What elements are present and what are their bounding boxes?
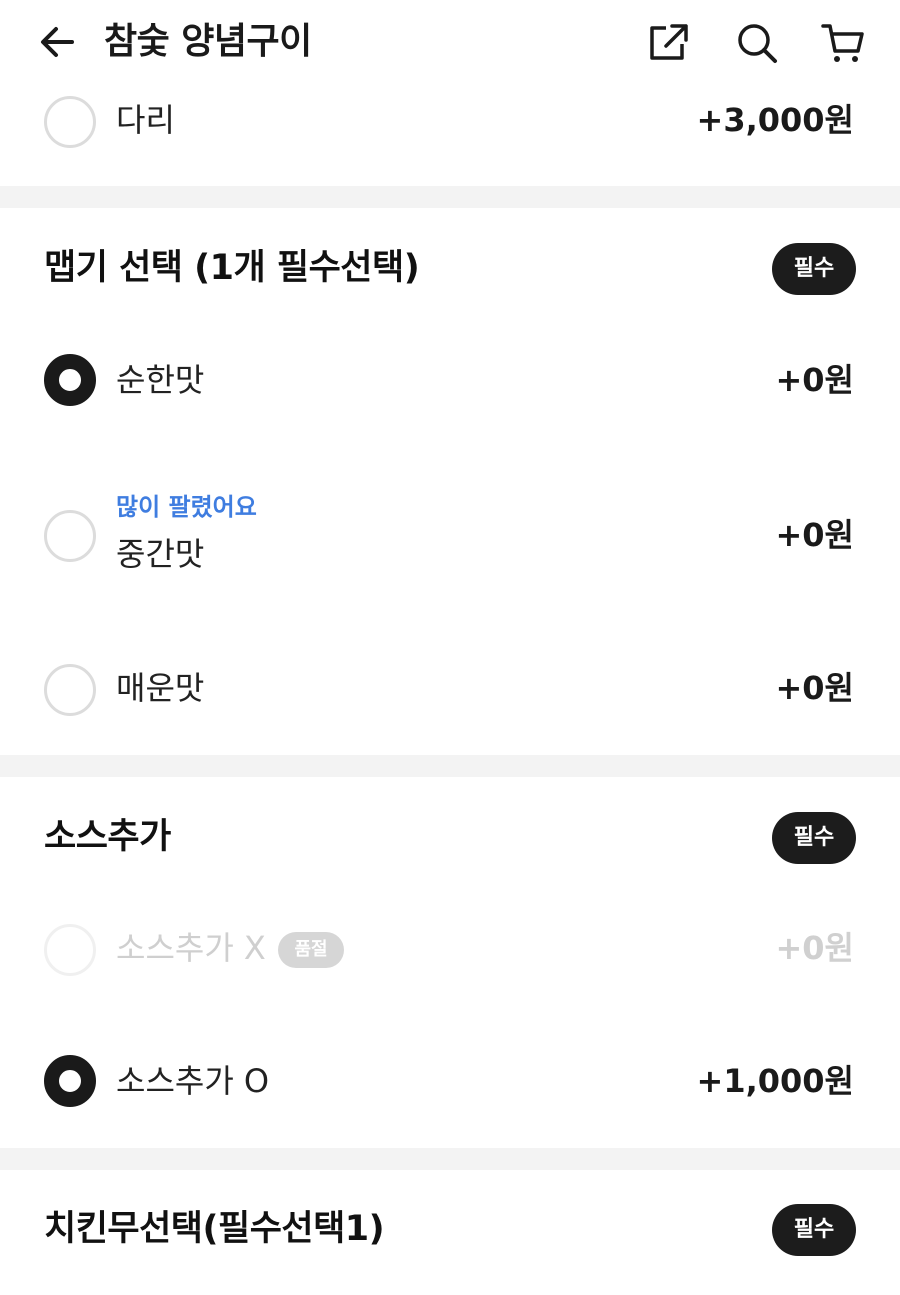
required-badge: 필수 xyxy=(772,1204,856,1256)
cart-icon[interactable] xyxy=(820,20,866,66)
share-icon[interactable] xyxy=(646,20,692,66)
option-price: +0원 xyxy=(775,669,854,707)
popular-tag: 많이 팔렸어요 xyxy=(116,493,257,521)
option-price: +0원 xyxy=(775,516,854,554)
radio-button-disabled xyxy=(44,924,96,976)
section-title-sauce: 소스추가 xyxy=(44,817,171,857)
search-icon[interactable] xyxy=(734,20,780,66)
option-label: 소스추가 O xyxy=(116,1062,270,1100)
required-badge: 필수 xyxy=(772,812,856,864)
option-row-sauce-none: 소스추가 X 품절 +0원 xyxy=(0,922,900,978)
option-price: +0원 xyxy=(775,361,854,399)
option-row-sauce-add[interactable]: 소스추가 O +1,000원 xyxy=(0,1055,900,1111)
section-divider xyxy=(0,1148,900,1170)
option-price: +1,000원 xyxy=(696,1062,854,1100)
section-divider xyxy=(0,186,900,208)
section-title-spiciness: 맵기 선택 (1개 필수선택) xyxy=(44,248,420,288)
required-badge: 필수 xyxy=(772,243,856,295)
soldout-badge: 품절 xyxy=(278,932,344,968)
back-arrow-icon[interactable] xyxy=(36,20,80,64)
radio-button-selected[interactable] xyxy=(44,1055,96,1107)
option-label: 다리 xyxy=(116,101,175,139)
radio-button[interactable] xyxy=(44,510,96,562)
option-row-hot[interactable]: 매운맛 +0원 xyxy=(0,662,900,718)
section-title-pickled-radish: 치킨무선택(필수선택1) xyxy=(44,1209,385,1249)
option-label: 중간맛 xyxy=(116,535,205,573)
page-title: 참숯 양념구이 xyxy=(104,21,312,62)
option-price: +3,000원 xyxy=(696,101,854,139)
option-row-mild[interactable]: 순한맛 +0원 xyxy=(0,354,900,410)
option-row-medium[interactable]: 많이 팔렸어요 중간맛 +0원 xyxy=(0,490,900,580)
app-header: 참숯 양념구이 xyxy=(0,0,900,86)
option-label: 매운맛 xyxy=(116,669,205,707)
radio-button-selected[interactable] xyxy=(44,354,96,406)
section-divider xyxy=(0,755,900,777)
option-label: 소스추가 X xyxy=(116,929,266,967)
option-row-leg[interactable]: 다리 +3,000원 xyxy=(0,94,900,150)
radio-button[interactable] xyxy=(44,96,96,148)
option-price: +0원 xyxy=(775,929,854,967)
radio-button[interactable] xyxy=(44,664,96,716)
option-label: 순한맛 xyxy=(116,361,205,399)
